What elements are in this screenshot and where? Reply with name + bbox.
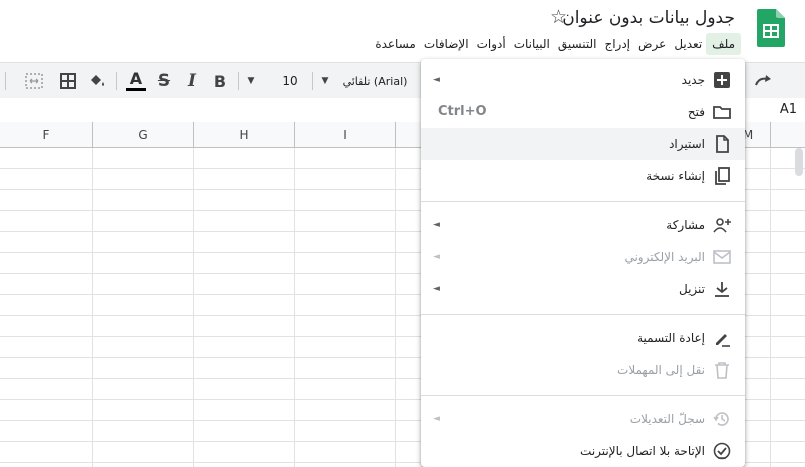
text-color-icon[interactable]: A xyxy=(124,63,148,99)
copy-icon xyxy=(713,167,731,185)
menu-addons[interactable]: الإضافات xyxy=(420,33,473,55)
menu-item-move-to-trash[interactable]: نقل إلى المهملات xyxy=(421,354,745,386)
submenu-arrow-icon: ◄ xyxy=(433,284,440,294)
document-title[interactable]: جدول بيانات بدون عنوان xyxy=(562,8,735,28)
menu-separator xyxy=(421,201,745,202)
menu-item-rename[interactable]: إعادة التسمية xyxy=(421,322,745,354)
bold-icon[interactable]: B xyxy=(208,63,232,99)
app-header: جدول بيانات بدون عنوان ☆ ملف تعديل عرض إ… xyxy=(0,0,805,62)
menu-item-email[interactable]: ◄ البريد الإلكتروني xyxy=(421,241,745,273)
menu-bar: ملف تعديل عرض إدراج التنسيق البيانات أدو… xyxy=(371,32,741,56)
menu-help[interactable]: مساعدة xyxy=(371,33,420,55)
menu-item-label: تنزيل xyxy=(678,282,705,296)
menu-item-label: إنشاء نسخة xyxy=(646,169,705,183)
menu-edit[interactable]: تعديل xyxy=(670,33,706,55)
menu-item-label: فتح xyxy=(687,105,705,119)
star-icon[interactable]: ☆ xyxy=(550,6,567,28)
font-family-value[interactable]: تلقائي (Arial) xyxy=(340,63,410,99)
shortcut-label: Ctrl+O xyxy=(438,104,487,119)
column-header-h[interactable]: H xyxy=(194,122,295,147)
menu-data[interactable]: البيانات xyxy=(510,33,554,55)
menu-item-new[interactable]: ◄ جديد xyxy=(421,64,745,96)
menu-item-make-available-offline[interactable]: الإتاحة بلا اتصال بالإنترنت xyxy=(421,435,745,467)
menu-tools[interactable]: أدوات xyxy=(473,33,510,55)
menu-item-make-copy[interactable]: إنشاء نسخة xyxy=(421,160,745,192)
menu-file[interactable]: ملف xyxy=(706,33,741,55)
history-icon xyxy=(713,410,731,428)
menu-item-download[interactable]: ◄ تنزيل xyxy=(421,273,745,305)
menu-format[interactable]: التنسيق xyxy=(554,33,601,55)
menu-item-label: سجلّ التعديلات xyxy=(629,412,705,426)
file-icon xyxy=(713,135,731,153)
menu-item-label: نقل إلى المهملات xyxy=(617,363,705,377)
font-size-value[interactable]: 10 xyxy=(270,63,310,99)
scrollbar-thumb[interactable] xyxy=(795,148,803,176)
menu-item-import[interactable]: استيراد xyxy=(421,128,745,160)
fill-color-icon[interactable] xyxy=(84,63,110,99)
italic-icon[interactable]: I xyxy=(180,63,204,99)
person-add-icon xyxy=(713,216,731,234)
menu-insert[interactable]: إدراج xyxy=(600,33,634,55)
font-family-dropdown-icon[interactable]: ▼ xyxy=(318,63,332,99)
mail-icon xyxy=(713,248,731,266)
borders-icon[interactable] xyxy=(56,63,80,99)
menu-item-open[interactable]: Ctrl+O فتح xyxy=(421,96,745,128)
sheets-logo-icon[interactable] xyxy=(757,9,785,47)
cell-reference[interactable]: A1 xyxy=(780,102,797,117)
strikethrough-icon[interactable]: S xyxy=(152,63,176,99)
column-header-extra[interactable] xyxy=(771,122,805,147)
menu-item-label: الإتاحة بلا اتصال بالإنترنت xyxy=(580,444,705,458)
toolbar-separator xyxy=(238,72,239,90)
toolbar-separator xyxy=(116,72,117,90)
menu-item-label: مشاركة xyxy=(666,218,705,232)
submenu-arrow-icon: ◄ xyxy=(433,75,440,85)
menu-item-label: استيراد xyxy=(669,137,705,151)
menu-item-label: إعادة التسمية xyxy=(637,331,705,345)
toolbar-separator xyxy=(5,72,6,90)
column-header-g[interactable]: G xyxy=(93,122,194,147)
submenu-arrow-icon: ◄ xyxy=(433,414,440,424)
menu-item-version-history[interactable]: ◄ سجلّ التعديلات xyxy=(421,403,745,435)
redo-icon[interactable] xyxy=(750,63,776,99)
submenu-arrow-icon: ◄ xyxy=(433,220,440,230)
download-icon xyxy=(713,280,731,298)
trash-icon xyxy=(713,361,731,379)
submenu-arrow-icon: ◄ xyxy=(433,252,440,262)
toolbar-separator xyxy=(312,72,313,90)
column-header-f[interactable]: F xyxy=(0,122,93,147)
menu-item-label: البريد الإلكتروني xyxy=(624,250,705,264)
folder-icon xyxy=(713,103,731,121)
menu-view[interactable]: عرض xyxy=(634,33,670,55)
merge-cells-icon[interactable] xyxy=(22,63,46,99)
file-menu-dropdown: ◄ جديد Ctrl+O فتح استيراد إنشاء نسخة ◄ م… xyxy=(421,59,745,467)
offline-check-icon xyxy=(713,442,731,460)
font-size-dropdown-icon[interactable]: ▼ xyxy=(244,63,258,99)
rename-icon xyxy=(713,329,731,347)
menu-separator xyxy=(421,314,745,315)
menu-item-label: جديد xyxy=(681,73,705,87)
column-header-i[interactable]: I xyxy=(295,122,396,147)
menu-separator xyxy=(421,395,745,396)
menu-item-share[interactable]: ◄ مشاركة xyxy=(421,209,745,241)
plus-box-icon xyxy=(713,71,731,89)
